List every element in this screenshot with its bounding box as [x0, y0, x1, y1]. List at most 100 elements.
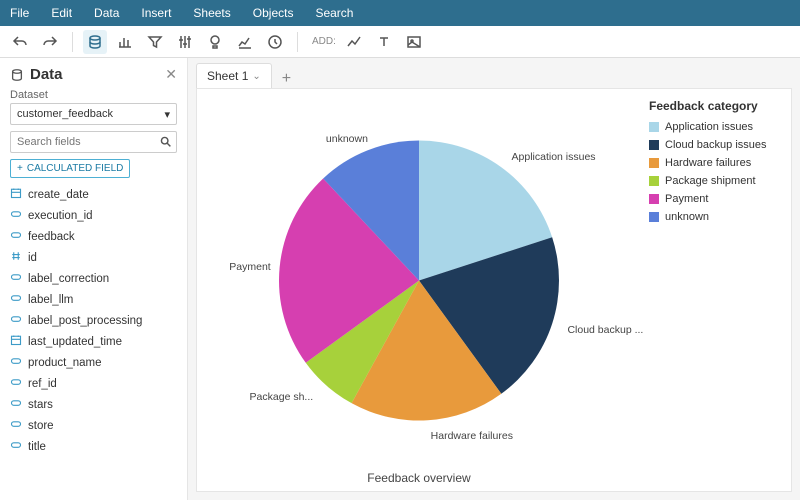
field-label_post_processing[interactable]: label_post_processing — [10, 310, 177, 331]
field-store[interactable]: store — [10, 415, 177, 436]
slice-label-5: unknown — [326, 133, 368, 145]
field-label: label_post_processing — [28, 315, 142, 327]
sheet-tabs: Sheet 1 ⌄ + — [188, 58, 800, 88]
search-input[interactable] — [10, 131, 177, 153]
add-image-icon[interactable] — [402, 30, 426, 54]
slice-label-0: Application issues — [512, 151, 596, 163]
field-label_correction[interactable]: label_correction — [10, 268, 177, 289]
barchart-icon[interactable] — [113, 30, 137, 54]
pie-chart[interactable]: Application issues Cloud backup ... Hardwa… — [197, 89, 641, 491]
field-execution_id[interactable]: execution_id — [10, 205, 177, 226]
slice-label-2: Hardware failures — [431, 430, 513, 442]
string-type-icon — [10, 229, 22, 244]
forecast-icon[interactable] — [233, 30, 257, 54]
separator — [72, 32, 73, 52]
legend-title: Feedback category — [649, 99, 783, 113]
legend-swatch — [649, 194, 659, 204]
undo-icon[interactable] — [8, 30, 32, 54]
menu-data[interactable]: Data — [94, 6, 119, 20]
menu-search[interactable]: Search — [315, 6, 353, 20]
slice-label-3: Package sh... — [250, 391, 314, 403]
date-type-icon — [10, 334, 22, 349]
number-type-icon — [10, 250, 22, 265]
menubar: File Edit Data Insert Sheets Objects Sea… — [0, 0, 800, 26]
add-label: ADD: — [312, 36, 336, 47]
legend-label: unknown — [665, 211, 709, 223]
field-label: create_date — [28, 189, 89, 201]
sheet-tab-1[interactable]: Sheet 1 ⌄ — [196, 63, 272, 88]
sliders-icon[interactable] — [173, 30, 197, 54]
add-text-icon[interactable] — [372, 30, 396, 54]
legend-label: Cloud backup issues — [665, 139, 767, 151]
legend-label: Application issues — [665, 121, 753, 133]
menu-edit[interactable]: Edit — [51, 6, 72, 20]
slice-label-1: Cloud backup ... — [567, 324, 643, 336]
separator — [297, 32, 298, 52]
legend-item-0[interactable]: Application issues — [649, 121, 783, 133]
legend-swatch — [649, 176, 659, 186]
chevron-down-icon[interactable]: ⌄ — [252, 71, 260, 82]
field-label: stars — [28, 399, 53, 411]
close-icon[interactable]: ✕ — [165, 66, 177, 83]
string-type-icon — [10, 439, 22, 454]
field-label: product_name — [28, 357, 102, 369]
field-last_updated_time[interactable]: last_updated_time — [10, 331, 177, 352]
string-type-icon — [10, 418, 22, 433]
legend-label: Package shipment — [665, 175, 756, 187]
menu-file[interactable]: File — [10, 6, 29, 20]
field-feedback[interactable]: feedback — [10, 226, 177, 247]
legend-swatch — [649, 140, 659, 150]
redo-icon[interactable] — [38, 30, 62, 54]
field-title[interactable]: title — [10, 436, 177, 457]
string-type-icon — [10, 355, 22, 370]
field-label: label_correction — [28, 273, 109, 285]
chart-title: Feedback overview — [367, 471, 470, 485]
chevron-down-icon: ▾ — [164, 108, 170, 121]
add-line-icon[interactable] — [342, 30, 366, 54]
legend-item-5[interactable]: unknown — [649, 211, 783, 223]
date-type-icon — [10, 187, 22, 202]
legend-swatch — [649, 158, 659, 168]
slice-label-4: Payment — [229, 261, 270, 273]
data-panel: Data ✕ Dataset customer_feedback ▾ + CAL… — [0, 58, 188, 500]
string-type-icon — [10, 208, 22, 223]
calculated-field-button[interactable]: + CALCULATED FIELD — [10, 159, 130, 178]
string-type-icon — [10, 292, 22, 307]
dataset-label: Dataset — [10, 89, 177, 101]
menu-sheets[interactable]: Sheets — [193, 6, 230, 20]
field-label: title — [28, 441, 46, 453]
filter-icon[interactable] — [143, 30, 167, 54]
database-icon — [10, 68, 24, 82]
field-label: ref_id — [28, 378, 57, 390]
add-sheet-button[interactable]: + — [276, 70, 297, 88]
dataset-select[interactable]: customer_feedback ▾ — [10, 103, 177, 125]
legend-item-3[interactable]: Package shipment — [649, 175, 783, 187]
field-ref_id[interactable]: ref_id — [10, 373, 177, 394]
field-label: feedback — [28, 231, 75, 243]
dataset-icon[interactable] — [83, 30, 107, 54]
field-list: create_date execution_id feedback id label_c… — [10, 184, 177, 457]
legend-item-4[interactable]: Payment — [649, 193, 783, 205]
field-label_llm[interactable]: label_llm — [10, 289, 177, 310]
legend-label: Hardware failures — [665, 157, 751, 169]
clock-icon[interactable] — [263, 30, 287, 54]
field-label: last_updated_time — [28, 336, 122, 348]
legend-item-2[interactable]: Hardware failures — [649, 157, 783, 169]
search-icon[interactable] — [159, 135, 172, 151]
legend-item-1[interactable]: Cloud backup issues — [649, 139, 783, 151]
field-product_name[interactable]: product_name — [10, 352, 177, 373]
field-id[interactable]: id — [10, 247, 177, 268]
string-type-icon — [10, 397, 22, 412]
insight-icon[interactable] — [203, 30, 227, 54]
field-create_date[interactable]: create_date — [10, 184, 177, 205]
menu-insert[interactable]: Insert — [141, 6, 171, 20]
field-label: id — [28, 252, 37, 264]
data-panel-title: Data — [10, 66, 63, 83]
string-type-icon — [10, 376, 22, 391]
menu-objects[interactable]: Objects — [253, 6, 294, 20]
string-type-icon — [10, 313, 22, 328]
field-label: store — [28, 420, 54, 432]
legend-swatch — [649, 212, 659, 222]
field-stars[interactable]: stars — [10, 394, 177, 415]
field-label: execution_id — [28, 210, 93, 222]
